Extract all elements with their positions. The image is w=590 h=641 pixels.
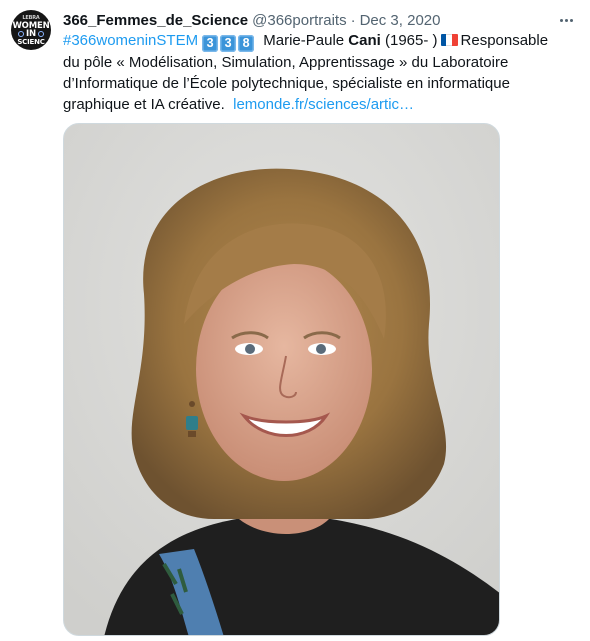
tweet-text-fragment: Responsable (460, 32, 549, 49)
tweet-text: #366womeninSTEM 3 3 8 Marie-Paule Cani (196… (63, 30, 573, 115)
more-dot (569, 18, 573, 22)
tweet-text-line: du pôle « Modélisation, Simulation, Appr… (63, 54, 509, 71)
more-options-icon[interactable] (554, 10, 578, 30)
subject-years: (1965- ) (384, 32, 438, 49)
tweet-photo[interactable] (63, 123, 500, 636)
number-emoji-group: 338 (202, 32, 256, 52)
separator-dot: · (350, 11, 356, 29)
keycap-digit-icon: 3 (220, 35, 237, 52)
avatar-text-line: SCIENC (17, 38, 45, 46)
more-dot (559, 18, 563, 22)
subject-last-name: Cani (348, 32, 381, 49)
tweet-card[interactable]: LEBRA WOMEN IN SCIENC 366_Femmes_de_Scie… (0, 0, 590, 641)
avatar[interactable]: LEBRA WOMEN IN SCIENC (11, 10, 51, 50)
more-dot (564, 18, 568, 22)
hashtag-link[interactable]: #366womeninSTEM (63, 32, 198, 49)
article-link[interactable]: lemonde.fr/sciences/artic… (233, 96, 414, 113)
atom-icon (37, 31, 44, 37)
subject-first-name: Marie-Paule (263, 32, 345, 49)
keycap-digit-icon: 3 (202, 35, 219, 52)
avatar-text-line: IN (26, 29, 36, 39)
portrait-image (64, 124, 499, 635)
tweet-text-fragment: graphique et IA créative. (63, 96, 225, 113)
tweet-text-line: #366womeninSTEM 3 3 8 Marie-Paule Cani (196… (63, 30, 573, 52)
atom-icon (18, 31, 25, 37)
tweet-text-line: graphique et IA créative. lemonde.fr/sci… (63, 94, 573, 115)
avatar-text-row: IN (18, 30, 44, 38)
tweet-date[interactable]: Dec 3, 2020 (360, 12, 441, 29)
author-display-name[interactable]: 366_Femmes_de_Science (63, 12, 248, 29)
tweet-header: 366_Femmes_de_Science @366portraits · De… (63, 10, 440, 30)
tweet-text-line: d’Informatique de l’École polytechnique,… (63, 75, 510, 92)
author-handle[interactable]: @366portraits (252, 12, 346, 29)
france-flag-icon (440, 34, 458, 46)
keycap-digit-icon: 8 (238, 35, 255, 52)
